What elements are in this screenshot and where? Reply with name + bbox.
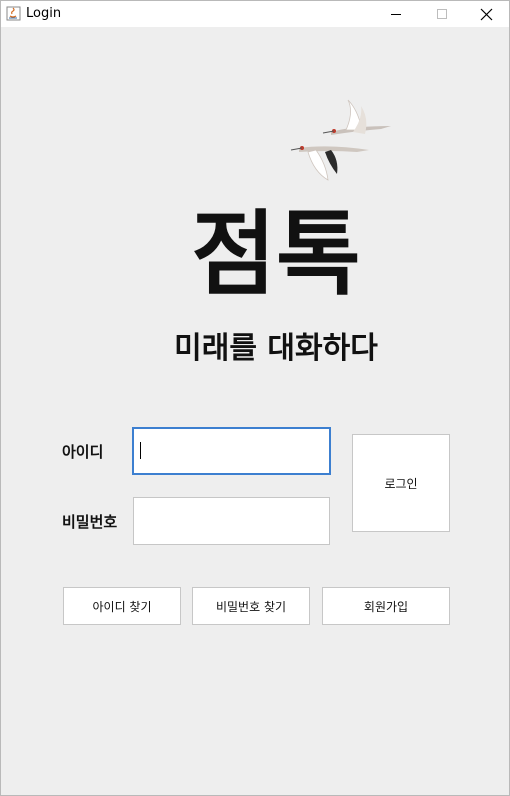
logo-tagline: 미래를 대화하다 bbox=[174, 331, 378, 366]
password-label: 비밀번호 bbox=[62, 513, 118, 531]
id-input[interactable] bbox=[132, 427, 331, 475]
logo-main-text: 점톡 bbox=[191, 200, 360, 308]
title-bar[interactable]: Login bbox=[1, 1, 509, 27]
crane-birds-illustration bbox=[290, 99, 391, 181]
login-window: Login 점톡 미래를 대화하다 아이디 비밀번호 로그인 아이디 찾기 비밀… bbox=[0, 0, 510, 796]
maximize-button[interactable] bbox=[419, 1, 465, 27]
find-password-button[interactable]: 비밀번호 찾기 bbox=[192, 587, 310, 625]
app-logo: 점톡 미래를 대화하다 bbox=[174, 99, 391, 366]
signup-button[interactable]: 회원가입 bbox=[322, 587, 450, 625]
login-button[interactable]: 로그인 bbox=[352, 434, 450, 532]
find-id-button[interactable]: 아이디 찾기 bbox=[63, 587, 181, 625]
minimize-icon bbox=[391, 14, 401, 15]
java-app-icon bbox=[6, 6, 21, 21]
window-title: Login bbox=[26, 6, 62, 21]
maximize-icon bbox=[437, 9, 447, 19]
id-label: 아이디 bbox=[62, 443, 104, 461]
password-input[interactable] bbox=[133, 497, 330, 545]
close-icon bbox=[480, 8, 492, 20]
minimize-button[interactable] bbox=[373, 1, 419, 27]
close-button[interactable] bbox=[463, 1, 509, 27]
text-caret bbox=[140, 442, 141, 459]
